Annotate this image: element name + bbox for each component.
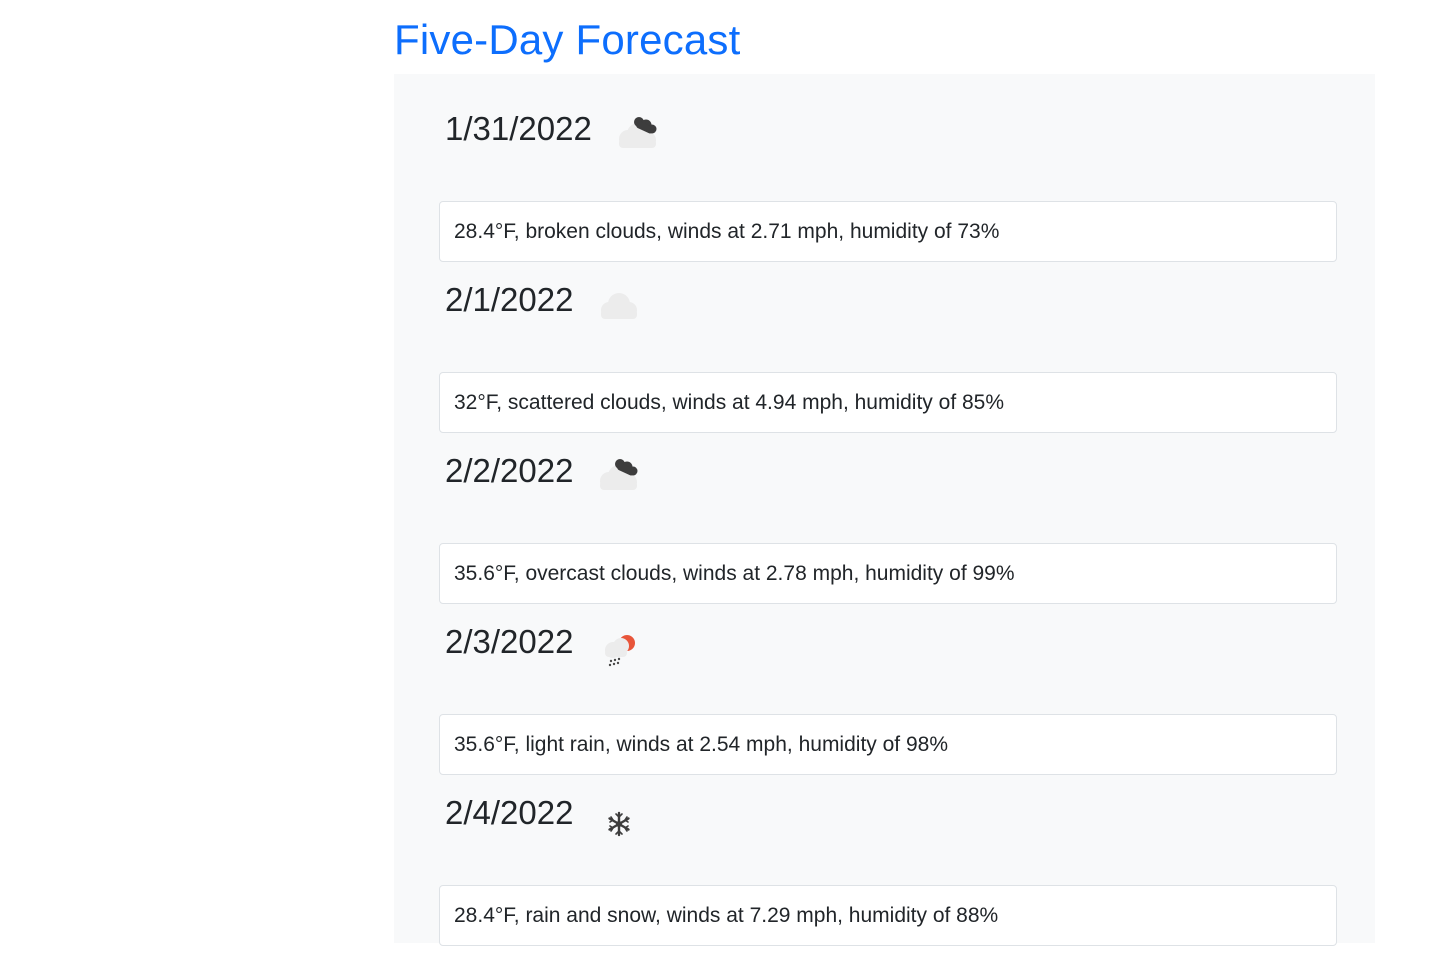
day-header: 2/4/2022 [445, 778, 649, 848]
day-header: 2/3/2022 [445, 607, 649, 677]
page-title: Five-Day Forecast [394, 16, 741, 63]
forecast-summary-card: 32°F, scattered clouds, winds at 4.94 mp… [439, 372, 1337, 433]
forecast-summary-card: 28.4°F, broken clouds, winds at 2.71 mph… [439, 201, 1337, 262]
forecast-summary-card: 35.6°F, light rain, winds at 2.54 mph, h… [439, 714, 1337, 775]
scattered-clouds-icon [589, 274, 649, 334]
forecast-panel: 1/31/2022 28.4°F, broken clouds, winds a… [394, 74, 1375, 946]
day-date: 2/2/2022 [445, 452, 574, 489]
day-header: 2/2/2022 [445, 436, 649, 506]
day-date: 2/3/2022 [445, 623, 574, 660]
snow-icon [589, 787, 649, 847]
forecast-summary-card: 35.6°F, overcast clouds, winds at 2.78 m… [439, 543, 1337, 604]
day-date: 2/4/2022 [445, 794, 574, 831]
day-date: 2/1/2022 [445, 281, 574, 318]
day-header: 1/31/2022 [445, 94, 668, 164]
overcast-clouds-icon [589, 445, 649, 505]
broken-clouds-icon [608, 103, 668, 163]
day-date: 1/31/2022 [445, 110, 592, 147]
light-rain-icon [589, 616, 649, 676]
day-header: 2/1/2022 [445, 265, 649, 335]
forecast-summary-card: 28.4°F, rain and snow, winds at 7.29 mph… [439, 885, 1337, 946]
